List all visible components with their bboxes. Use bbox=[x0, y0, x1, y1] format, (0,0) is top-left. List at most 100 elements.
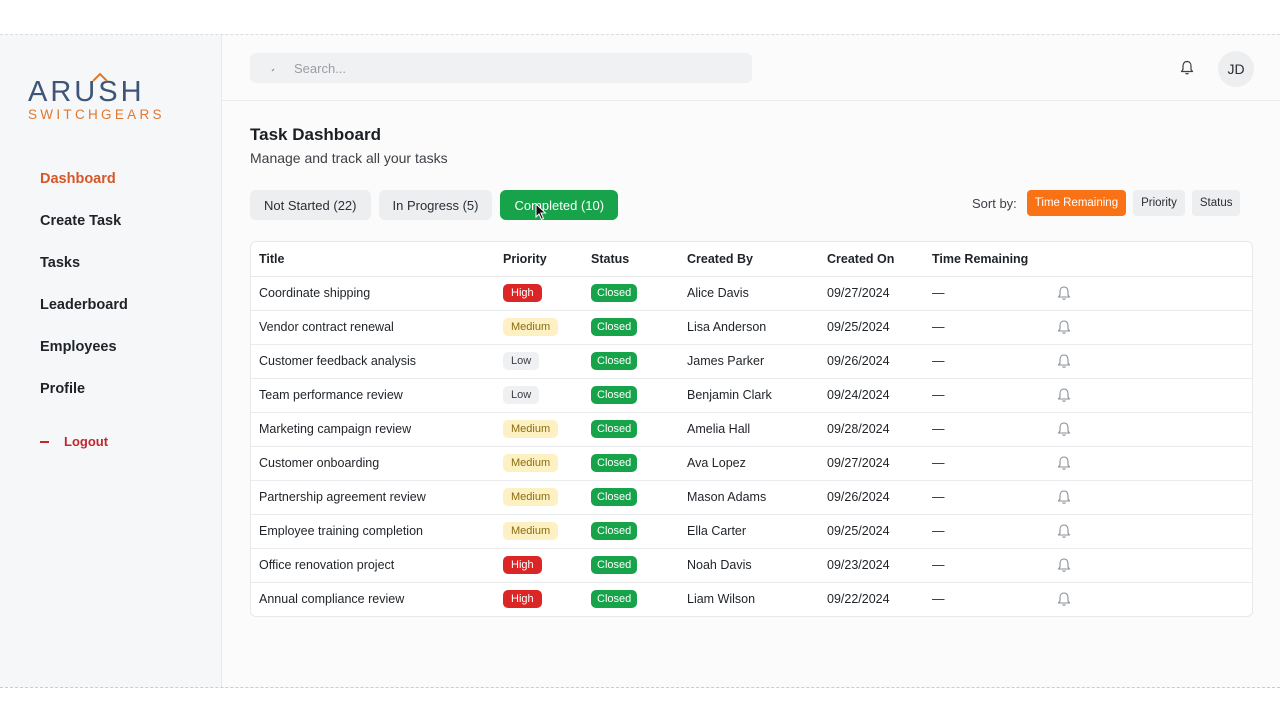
column-header-priority[interactable]: Priority bbox=[495, 242, 583, 277]
cell-created-on: 09/26/2024 bbox=[819, 344, 924, 379]
row-bell-icon bbox=[1057, 524, 1071, 538]
sort-controls: Sort by: Time Remaining Priority Status bbox=[972, 190, 1241, 216]
table-row[interactable]: Office renovation project High Closed Noah … bbox=[251, 548, 1252, 583]
cell-title: Marketing campaign review bbox=[251, 412, 495, 447]
sidebar-item-employees[interactable]: Employees bbox=[40, 337, 128, 379]
status-badge: Closed bbox=[591, 352, 638, 370]
cell-reminder[interactable] bbox=[1048, 310, 1252, 345]
logo-roof-icon bbox=[92, 72, 108, 82]
sidebar-item-leaderboard[interactable]: Leaderboard bbox=[40, 295, 128, 337]
row-bell-icon bbox=[1057, 422, 1071, 436]
status-badge: Closed bbox=[591, 318, 638, 336]
cell-title: Employee training completion bbox=[251, 514, 495, 549]
sort-priority-button[interactable]: Priority bbox=[1133, 190, 1185, 216]
cell-reminder[interactable] bbox=[1048, 514, 1252, 549]
bell-icon[interactable] bbox=[1180, 60, 1194, 76]
cell-priority: Medium bbox=[495, 310, 583, 345]
cell-status: Closed bbox=[583, 276, 679, 311]
cell-title: Team performance review bbox=[251, 378, 495, 413]
cell-reminder[interactable] bbox=[1048, 378, 1252, 413]
avatar[interactable]: JD bbox=[1218, 51, 1254, 87]
table-row[interactable]: Marketing campaign review Medium Closed Ame… bbox=[251, 412, 1252, 447]
cell-title: Customer onboarding bbox=[251, 446, 495, 481]
cell-reminder[interactable] bbox=[1048, 480, 1252, 515]
cell-status: Closed bbox=[583, 446, 679, 481]
priority-badge: Medium bbox=[503, 454, 559, 472]
cell-created-by: Mason Adams bbox=[679, 480, 819, 515]
table-row[interactable]: Employee training completion Medium Closed… bbox=[251, 514, 1252, 549]
column-header-title[interactable]: Title bbox=[251, 242, 495, 277]
cell-created-on: 09/23/2024 bbox=[819, 548, 924, 583]
column-header-created-by[interactable]: Created By bbox=[679, 242, 819, 277]
sidebar-item-create-task[interactable]: Create Task bbox=[40, 211, 128, 253]
cell-reminder[interactable] bbox=[1048, 446, 1252, 481]
priority-badge: Medium bbox=[503, 420, 559, 438]
status-badge: Closed bbox=[591, 590, 638, 609]
cell-reminder[interactable] bbox=[1048, 276, 1252, 311]
table-row[interactable]: Vendor contract renewal Medium Closed Lisa … bbox=[251, 310, 1252, 345]
column-header-status[interactable]: Status bbox=[583, 242, 679, 277]
row-bell-icon bbox=[1057, 456, 1071, 470]
cell-priority: High bbox=[495, 276, 583, 311]
row-bell-icon bbox=[1057, 286, 1071, 300]
table-header-row: Title Priority Status Created By Created… bbox=[251, 242, 1252, 277]
cell-time-remaining: — bbox=[924, 480, 1048, 515]
cell-priority: High bbox=[495, 548, 583, 583]
sort-status-button[interactable]: Status bbox=[1191, 190, 1241, 216]
sort-time-remaining-button[interactable]: Time Remaining bbox=[1026, 190, 1127, 216]
cell-created-on: 09/25/2024 bbox=[819, 514, 924, 549]
cell-status: Closed bbox=[583, 412, 679, 447]
priority-badge: Medium bbox=[503, 318, 559, 336]
row-bell-icon bbox=[1057, 592, 1071, 607]
table-row[interactable]: Customer feedback analysis Low Closed James… bbox=[251, 344, 1252, 379]
tab-completed[interactable]: Completed (10) bbox=[500, 190, 619, 220]
cell-created-on: 09/22/2024 bbox=[827, 592, 890, 607]
logo: ARUSH SWITCHGEARS bbox=[28, 72, 198, 127]
cell-status: Closed bbox=[583, 582, 679, 616]
cell-priority: High bbox=[495, 582, 583, 616]
table-row[interactable]: Partnership agreement review Medium Closed… bbox=[251, 480, 1252, 515]
sidebar-item-profile[interactable]: Profile bbox=[40, 379, 128, 421]
cell-reminder[interactable] bbox=[1048, 582, 1252, 616]
sidebar-item-tasks[interactable]: Tasks bbox=[40, 253, 128, 295]
cell-reminder[interactable] bbox=[1048, 412, 1252, 447]
cell-title: Annual compliance review bbox=[259, 592, 405, 607]
cell-time-remaining: — bbox=[924, 446, 1048, 481]
cell-created-on: 09/25/2024 bbox=[819, 310, 924, 345]
column-header-created-on[interactable]: Created On bbox=[819, 242, 924, 277]
logout-icon bbox=[40, 441, 49, 443]
search-bar[interactable] bbox=[250, 53, 752, 83]
cell-priority: Medium bbox=[495, 514, 583, 549]
topbar: JD bbox=[222, 35, 1280, 101]
task-table: Title Priority Status Created By Created… bbox=[250, 241, 1253, 617]
cell-priority: Medium bbox=[495, 412, 583, 447]
cell-time-remaining: — bbox=[924, 514, 1048, 549]
priority-badge: Low bbox=[503, 352, 540, 370]
table-row[interactable]: Annual compliance review High Closed Liam W… bbox=[251, 582, 1252, 616]
status-badge: Closed bbox=[591, 488, 638, 506]
sidebar-nav: Dashboard Create Task Tasks Leaderboard … bbox=[40, 169, 128, 463]
cell-time-remaining: — bbox=[924, 344, 1048, 379]
page-title: Task Dashboard bbox=[250, 125, 382, 144]
table-row[interactable]: Customer onboarding Medium Closed Ava Lopez… bbox=[251, 446, 1252, 481]
logout-button[interactable]: Logout bbox=[40, 421, 128, 463]
search-input[interactable] bbox=[294, 60, 734, 76]
tab-not-started[interactable]: Not Started (22) bbox=[250, 190, 371, 220]
cell-reminder[interactable] bbox=[1048, 548, 1252, 583]
table-row[interactable]: Team performance review Low Closed Benjamin… bbox=[251, 378, 1252, 413]
cell-status: Closed bbox=[583, 378, 679, 413]
table-row[interactable]: Coordinate shipping High Closed Alice Davis… bbox=[251, 276, 1252, 311]
cell-created-on: 09/27/2024 bbox=[819, 446, 924, 481]
tab-in-progress[interactable]: In Progress (5) bbox=[378, 190, 493, 220]
priority-badge: Low bbox=[503, 386, 540, 404]
cell-time-remaining: — bbox=[924, 412, 1048, 447]
table-body: Coordinate shipping High Closed Alice Davis… bbox=[251, 276, 1252, 616]
column-header-time-remaining[interactable]: Time Remaining bbox=[924, 242, 1048, 277]
cell-title: Vendor contract renewal bbox=[251, 310, 495, 345]
sidebar-item-dashboard[interactable]: Dashboard bbox=[40, 169, 128, 211]
status-badge: Closed bbox=[591, 556, 638, 574]
cell-created-by: Amelia Hall bbox=[679, 412, 819, 447]
cell-created-by: Benjamin Clark bbox=[679, 378, 819, 413]
cell-reminder[interactable] bbox=[1048, 344, 1252, 379]
status-badge: Closed bbox=[591, 420, 638, 438]
